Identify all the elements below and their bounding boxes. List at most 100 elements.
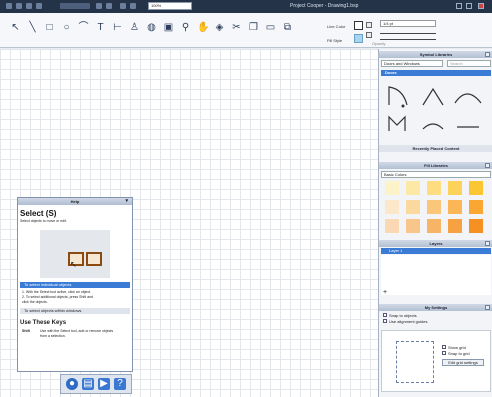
undo-icon[interactable] xyxy=(26,3,32,9)
fill-swatch[interactable] xyxy=(469,200,483,214)
recently-placed-header[interactable]: Recently Placed Content xyxy=(379,145,492,152)
eraser-icon[interactable]: ◈ xyxy=(214,22,225,34)
copy-icon[interactable]: ❐ xyxy=(248,22,259,34)
ellipse-icon[interactable]: ○ xyxy=(61,22,72,34)
fill-swatch[interactable] xyxy=(385,181,399,195)
redo-icon[interactable] xyxy=(36,3,42,9)
dimension-icon[interactable]: ⊢ xyxy=(112,22,123,34)
fill-icon[interactable]: ◍ xyxy=(146,22,157,34)
fill-swatch[interactable] xyxy=(448,219,462,233)
home-icon[interactable]: ● xyxy=(66,378,78,390)
panel-options-icon[interactable] xyxy=(485,52,490,57)
fill-libraries-header[interactable]: Fill Libraries xyxy=(379,162,492,169)
save-icon[interactable] xyxy=(16,3,22,9)
line-icon[interactable]: ╲ xyxy=(27,22,38,34)
door-symbol[interactable] xyxy=(422,87,444,106)
comment-icon[interactable]: ▭ xyxy=(265,22,276,34)
fill-swatch[interactable] xyxy=(427,200,441,214)
collapse-icon[interactable]: ▾ xyxy=(125,198,128,205)
fill-swatch[interactable] xyxy=(469,181,483,195)
fill-swatch[interactable] xyxy=(406,181,420,195)
layers-header[interactable]: Layers xyxy=(379,240,492,247)
snap-grid-checkbox[interactable] xyxy=(442,351,446,355)
door-symbol[interactable] xyxy=(388,115,406,131)
line-style-icon[interactable] xyxy=(366,22,372,28)
snap-objects-checkbox[interactable] xyxy=(383,313,387,317)
arrow-style-preview[interactable] xyxy=(380,39,436,40)
help-panel-header[interactable]: Help ▾ xyxy=(18,198,132,205)
right-panel: Symbol Libraries Doors and Windows Searc… xyxy=(378,49,492,397)
fill-swatch[interactable] xyxy=(406,219,420,233)
select-arrow-icon[interactable]: ↖ xyxy=(10,22,21,34)
symbol-search-input[interactable]: Search xyxy=(447,60,491,67)
quick-access-toolbar[interactable] xyxy=(60,3,90,9)
help-question-icon[interactable]: ? xyxy=(114,378,126,390)
door-symbol[interactable] xyxy=(454,93,482,104)
minimize-icon[interactable] xyxy=(456,3,462,9)
text-icon[interactable]: T xyxy=(95,22,106,34)
image-icon[interactable]: ▣ xyxy=(163,22,174,34)
panel-options-icon[interactable] xyxy=(485,241,490,246)
help-step-2: 2. To select additional objects, press S… xyxy=(22,295,93,299)
pattern-icon[interactable] xyxy=(366,32,372,38)
help-section-individual[interactable]: To select individual objects xyxy=(20,282,130,288)
opacity-label: Opacity xyxy=(372,41,386,46)
group-icon[interactable]: ⧉ xyxy=(282,22,293,34)
fill-swatch[interactable] xyxy=(385,219,399,233)
layer-name: Layer 1 xyxy=(389,248,403,253)
select-illustration: ↖ xyxy=(40,230,110,278)
line-color-swatch[interactable] xyxy=(354,21,363,30)
symbol-icon[interactable]: ♙ xyxy=(129,22,140,34)
grid-icon[interactable] xyxy=(96,3,102,9)
help-section-windows[interactable]: To select objects within windows xyxy=(20,308,130,314)
fill-swatch[interactable] xyxy=(469,219,483,233)
arc-icon[interactable]: ⌒ xyxy=(78,22,89,34)
maximize-icon[interactable] xyxy=(466,3,472,9)
fill-category-select[interactable]: Basic Colors xyxy=(381,171,491,178)
video-icon[interactable]: ▶ xyxy=(98,378,110,390)
fill-swatch[interactable] xyxy=(427,219,441,233)
fill-swatch[interactable] xyxy=(385,200,399,214)
fit-icon[interactable] xyxy=(130,3,136,9)
my-settings-header[interactable]: My Settings xyxy=(379,304,492,311)
drawing-toolbar: ↖ ╲ □ ○ ⌒ T ⊢ ♙ ◍ ▣ ⚲ ✋ ◈ ✂ ❐ ▭ ⧉ Line Color Fill Style … xyxy=(0,13,492,48)
help-title: Select (S) xyxy=(20,209,57,218)
fill-color-swatch[interactable] xyxy=(354,34,363,43)
zoom-select[interactable]: 100% xyxy=(148,2,192,10)
pan-hand-icon[interactable]: ✋ xyxy=(197,22,209,34)
snap-objects-label: Snap to objects xyxy=(389,313,417,318)
page-icon[interactable] xyxy=(120,3,126,9)
rectangle-icon[interactable]: □ xyxy=(44,22,55,34)
fill-swatch[interactable] xyxy=(406,200,420,214)
keys-title: Use These Keys xyxy=(20,320,67,326)
show-grid-label: Show grid xyxy=(448,345,466,350)
help-step-1: 1. With the Select tool active, click an… xyxy=(22,290,92,294)
app-menu-icon[interactable] xyxy=(6,3,12,9)
line-weight-select[interactable]: 1/4 pt xyxy=(380,20,436,27)
line-color-label: Line Color xyxy=(327,24,346,29)
alignment-guides-label: Use alignment guides xyxy=(389,319,428,324)
symbol-category-select[interactable]: Doors and Windows xyxy=(381,60,443,67)
door-symbols-grid[interactable] xyxy=(383,79,489,141)
line-style-preview[interactable] xyxy=(380,33,436,34)
door-symbol[interactable] xyxy=(422,123,444,130)
panel-options-icon[interactable] xyxy=(485,163,490,168)
fill-swatch[interactable] xyxy=(448,181,462,195)
fill-swatch[interactable] xyxy=(427,181,441,195)
cut-icon[interactable]: ✂ xyxy=(231,22,242,34)
print-icon[interactable] xyxy=(106,3,112,9)
add-layer-button[interactable]: + xyxy=(383,289,387,296)
panel-options-icon[interactable] xyxy=(485,305,490,310)
fill-style-label: Fill Style xyxy=(327,38,343,43)
zoom-icon[interactable]: ⚲ xyxy=(180,22,191,34)
tutorial-icon[interactable]: ▤ xyxy=(82,378,94,390)
show-grid-checkbox[interactable] xyxy=(442,345,446,349)
fill-swatch[interactable] xyxy=(448,200,462,214)
edit-grid-settings-button[interactable]: Edit grid settings xyxy=(442,359,484,366)
door-symbol[interactable] xyxy=(388,86,408,108)
alignment-guides-checkbox[interactable] xyxy=(383,319,387,323)
close-icon[interactable] xyxy=(478,3,484,9)
symbol-libraries-header[interactable]: Symbol Libraries xyxy=(379,51,492,58)
layer-row[interactable]: Layer 1 xyxy=(381,248,491,254)
doors-section[interactable]: Doors xyxy=(381,70,491,76)
